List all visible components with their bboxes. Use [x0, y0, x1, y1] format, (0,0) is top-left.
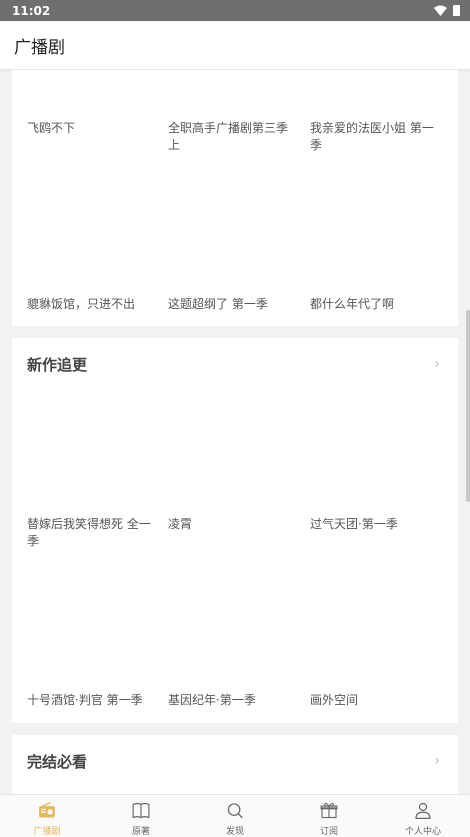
bottom-nav: 广播剧 原著 发现 订阅 个人中心 [0, 794, 470, 837]
status-icons [434, 5, 460, 16]
section-title: 完结必看 [27, 753, 88, 771]
chevron-right-icon[interactable]: › [434, 753, 440, 769]
page-title: 广播剧 [14, 37, 65, 58]
drama-item[interactable]: 替嫁后我笑得想死 全一季 [27, 516, 155, 550]
book-icon [132, 802, 150, 819]
status-time: 11:02 [12, 3, 51, 18]
chevron-right-icon[interactable]: › [434, 356, 440, 372]
drama-item[interactable]: 我亲爱的法医小姐 第一季 [310, 120, 438, 154]
drama-item[interactable]: 基因纪年·第一季 [168, 692, 296, 709]
drama-item[interactable]: 都什么年代了啊 [310, 296, 438, 313]
nav-item-original-work[interactable]: 原著 [94, 795, 188, 837]
nav-item-subscribe[interactable]: 订阅 [282, 795, 376, 837]
wifi-icon [434, 5, 447, 16]
drama-section-card: 飞鸥不下 全职高手广播剧第三季 上 我亲爱的法医小姐 第一季 貔貅饭馆，只进不出… [12, 70, 458, 326]
nav-item-discover[interactable]: 发现 [188, 795, 282, 837]
nav-label: 订阅 [319, 827, 338, 837]
app-bar: 广播剧 [0, 21, 470, 70]
nav-label: 原著 [131, 827, 150, 837]
drama-item[interactable]: 十号酒馆·判官 第一季 [27, 692, 155, 709]
drama-item[interactable]: 画外空间 [310, 692, 438, 709]
nav-item-profile[interactable]: 个人中心 [376, 795, 470, 837]
status-bar: 11:02 [0, 0, 470, 21]
search-icon [227, 803, 243, 819]
drama-item[interactable]: 凌霄 [168, 516, 296, 533]
drama-item[interactable]: 过气天团·第一季 [310, 516, 438, 533]
new-updates-section: 新作追更 › 替嫁后我笑得想死 全一季 凌霄 过气天团·第一季 十号酒馆·判官 … [12, 338, 458, 723]
section-title: 新作追更 [27, 356, 88, 374]
nav-item-radio-drama[interactable]: 广播剧 [0, 795, 94, 837]
scrollbar[interactable] [466, 310, 470, 502]
drama-item[interactable]: 这题超纲了 第一季 [168, 296, 296, 313]
gift-icon [320, 802, 338, 819]
nav-label: 个人中心 [404, 827, 441, 837]
drama-item[interactable]: 飞鸥不下 [27, 120, 155, 137]
drama-item[interactable]: 全职高手广播剧第三季 上 [168, 120, 296, 154]
battery-icon [453, 5, 460, 16]
radio-icon [39, 801, 55, 818]
nav-label: 广播剧 [33, 827, 61, 837]
content-scroll[interactable]: 飞鸥不下 全职高手广播剧第三季 上 我亲爱的法医小姐 第一季 貔貅饭馆，只进不出… [0, 70, 470, 794]
completed-section: 完结必看 › [12, 735, 458, 794]
nav-label: 发现 [225, 827, 244, 837]
drama-item[interactable]: 貔貅饭馆，只进不出 [27, 296, 155, 313]
user-icon [415, 802, 431, 819]
